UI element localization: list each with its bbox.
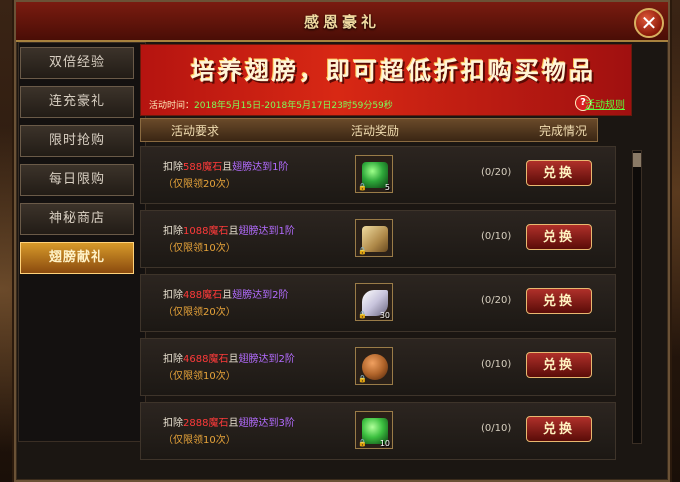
- sidebar-item-wing-gift[interactable]: 翅膀献礼: [20, 242, 134, 274]
- sidebar-item-flash-sale[interactable]: 限时抢购: [20, 125, 134, 157]
- row-progress: (0/10): [481, 423, 512, 434]
- row-progress: (0/10): [481, 231, 512, 242]
- reward-item-slot[interactable]: 🔒: [355, 219, 393, 257]
- req-prefix: 扣除: [163, 290, 183, 301]
- reward-list: 扣除588魔石且翅膀达到1阶 （仅限领20次） 🔒 5 (0/20) 兑换 扣除…: [140, 146, 616, 466]
- reward-row: 扣除1088魔石且翅膀达到1阶 （仅限领10次） 🔒 (0/10) 兑换: [140, 210, 616, 268]
- event-rules-link[interactable]: 活动规则: [585, 96, 625, 111]
- req-limit: （仅限领20次）: [163, 307, 236, 318]
- req-condition: 翅膀达到1阶: [232, 162, 289, 173]
- lock-icon: 🔒: [358, 439, 367, 447]
- table-header: 活动要求 活动奖励 完成情况: [140, 118, 598, 142]
- req-condition: 翅膀达到2阶: [238, 354, 295, 365]
- column-reward: 活动奖励: [351, 124, 400, 138]
- row-progress: (0/20): [481, 167, 512, 178]
- req-mid: 且: [222, 290, 233, 301]
- req-condition: 翅膀达到1阶: [238, 226, 295, 237]
- row-progress: (0/10): [481, 359, 512, 370]
- reward-item-slot[interactable]: 🔒: [355, 347, 393, 385]
- row-requirement: 扣除4688魔石且翅膀达到2阶 （仅限领10次）: [163, 351, 295, 385]
- row-requirement: 扣除588魔石且翅膀达到1阶 （仅限领20次）: [163, 159, 288, 193]
- lock-icon: 🔒: [358, 311, 367, 319]
- exchange-button[interactable]: 兑换: [526, 416, 592, 442]
- req-prefix: 扣除: [163, 226, 183, 237]
- req-prefix: 扣除: [163, 354, 183, 365]
- reward-row: 扣除588魔石且翅膀达到1阶 （仅限领20次） 🔒 5 (0/20) 兑换: [140, 146, 616, 204]
- exchange-button[interactable]: 兑换: [526, 352, 592, 378]
- event-time-value: 2018年5月15日-2018年5月17日23时59分59秒: [194, 101, 393, 111]
- req-limit: （仅限领10次）: [163, 435, 236, 446]
- req-cost: 4688魔石: [183, 354, 229, 365]
- req-prefix: 扣除: [163, 418, 183, 429]
- req-mid: 且: [222, 162, 233, 173]
- reward-item-slot[interactable]: 🔒 30: [355, 283, 393, 321]
- row-progress: (0/20): [481, 295, 512, 306]
- req-cost: 1088魔石: [183, 226, 229, 237]
- req-limit: （仅限领10次）: [163, 371, 236, 382]
- row-requirement: 扣除1088魔石且翅膀达到1阶 （仅限领10次）: [163, 223, 295, 257]
- req-condition: 翅膀达到2阶: [232, 290, 289, 301]
- close-button[interactable]: ✕: [634, 8, 664, 38]
- banner-title: 培养翅膀，即可超低折扣购买物品: [191, 57, 596, 85]
- exchange-button[interactable]: 兑换: [526, 288, 592, 314]
- req-mid: 且: [228, 226, 239, 237]
- row-requirement: 扣除488魔石且翅膀达到2阶 （仅限领20次）: [163, 287, 288, 321]
- column-status: 完成情况: [539, 124, 588, 138]
- exchange-button[interactable]: 兑换: [526, 160, 592, 186]
- close-icon: ✕: [640, 11, 658, 35]
- row-requirement: 扣除2888魔石且翅膀达到3阶 （仅限领10次）: [163, 415, 295, 449]
- sidebar-item-double-exp[interactable]: 双倍经验: [20, 47, 134, 79]
- column-requirement: 活动要求: [171, 124, 220, 138]
- reward-row: 扣除488魔石且翅膀达到2阶 （仅限领20次） 🔒 30 (0/20) 兑换: [140, 274, 616, 332]
- req-mid: 且: [228, 418, 239, 429]
- lock-icon: 🔒: [358, 375, 367, 383]
- item-count: 10: [379, 439, 390, 448]
- sidebar-item-recharge-gift[interactable]: 连充豪礼: [20, 86, 134, 118]
- window-title: 感恩豪礼: [303, 13, 380, 31]
- req-limit: （仅限领10次）: [163, 243, 236, 254]
- lock-icon: 🔒: [358, 247, 367, 255]
- item-count: 30: [379, 311, 390, 320]
- req-mid: 且: [228, 354, 239, 365]
- req-cost: 488魔石: [183, 290, 223, 301]
- sidebar: 双倍经验 连充豪礼 限时抢购 每日限购 神秘商店 翅膀献礼: [20, 47, 142, 281]
- lock-icon: 🔒: [358, 183, 367, 191]
- reward-row: 扣除2888魔石且翅膀达到3阶 （仅限领10次） 🔒 10 (0/10) 兑换: [140, 402, 616, 460]
- req-prefix: 扣除: [163, 162, 183, 173]
- exchange-button[interactable]: 兑换: [526, 224, 592, 250]
- reward-item-slot[interactable]: 🔒 5: [355, 155, 393, 193]
- item-count: 5: [384, 183, 390, 192]
- reward-item-slot[interactable]: 🔒 10: [355, 411, 393, 449]
- event-time-label: 活动时间：: [149, 101, 195, 111]
- sidebar-item-daily-limit[interactable]: 每日限购: [20, 164, 134, 196]
- req-cost: 588魔石: [183, 162, 223, 173]
- req-condition: 翅膀达到3阶: [238, 418, 295, 429]
- event-time: 活动时间：2018年5月15日-2018年5月17日23时59分59秒: [149, 98, 393, 111]
- scrollbar-thumb[interactable]: [633, 153, 641, 167]
- sidebar-item-mystery-shop[interactable]: 神秘商店: [20, 203, 134, 235]
- list-scrollbar[interactable]: [632, 150, 642, 444]
- reward-row: 扣除4688魔石且翅膀达到2阶 （仅限领10次） 🔒 (0/10) 兑换: [140, 338, 616, 396]
- req-cost: 2888魔石: [183, 418, 229, 429]
- title-bar: 感恩豪礼 ✕: [16, 2, 668, 42]
- event-banner: 培养翅膀，即可超低折扣购买物品 活动时间：2018年5月15日-2018年5月1…: [140, 44, 632, 116]
- req-limit: （仅限领20次）: [163, 179, 236, 190]
